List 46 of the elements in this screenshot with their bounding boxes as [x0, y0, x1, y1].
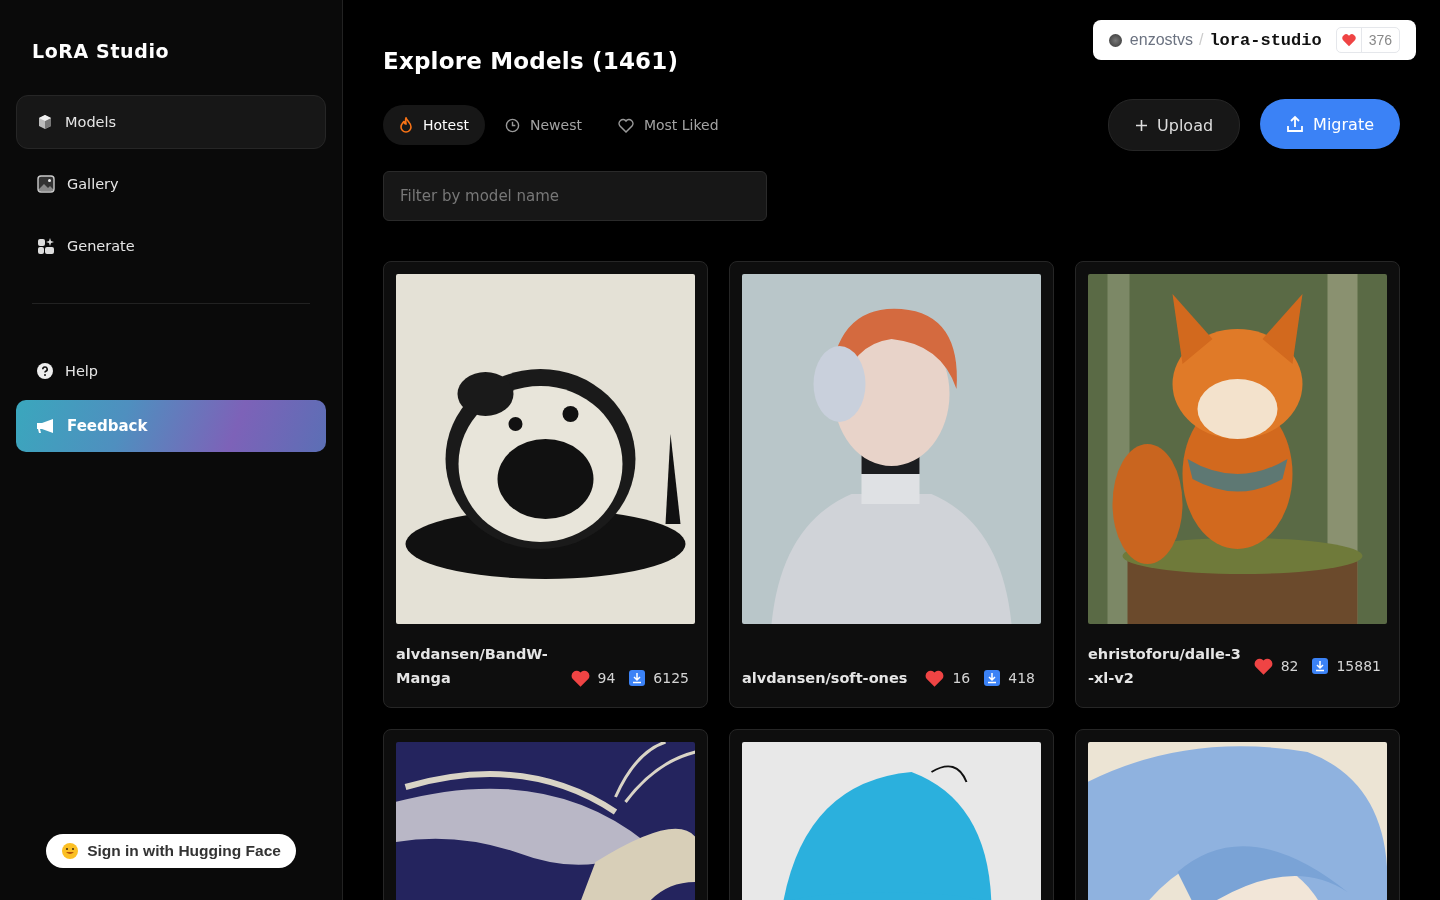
sidebar-item[interactable]: Models — [16, 95, 326, 149]
shapes-sparkle-icon — [37, 237, 55, 255]
like-count: 94 — [597, 670, 616, 686]
heart-icon — [1341, 33, 1356, 47]
flame-icon — [399, 117, 413, 133]
like-count: 376 — [1367, 32, 1393, 48]
upload-icon — [1286, 115, 1305, 133]
sidebar-item[interactable]: Generate — [16, 219, 326, 273]
heart-icon — [925, 668, 945, 688]
repo-name[interactable]: lora-studio — [1209, 30, 1322, 50]
help-link[interactable]: Help — [16, 344, 326, 398]
cube-icon — [37, 114, 53, 130]
upload-button[interactable]: Upload — [1108, 99, 1241, 151]
like-count: 82 — [1280, 658, 1299, 674]
heart-icon — [617, 117, 634, 133]
like-count: 16 — [952, 670, 971, 686]
download-icon — [984, 670, 1001, 686]
clock-icon — [505, 117, 520, 133]
like-button[interactable]: 376 — [1335, 27, 1400, 53]
filter-field[interactable]: Filter by model name — [383, 171, 767, 221]
download-icon — [629, 670, 646, 686]
page-title: Explore Models (1461) — [383, 50, 680, 73]
help-icon — [37, 363, 53, 379]
sort-tab[interactable]: Hotest — [383, 105, 485, 145]
sort-tab[interactable]: Newest — [489, 105, 598, 145]
image-icon — [37, 175, 55, 193]
repo-owner[interactable]: enzostvs — [1129, 31, 1193, 49]
heart-icon — [570, 668, 590, 688]
avatar-icon — [1108, 33, 1122, 47]
download-icon — [1312, 658, 1329, 674]
download-count: 418 — [1008, 670, 1035, 686]
heart-icon — [1253, 656, 1273, 676]
model-name[interactable]: alvdansen/BandW-Manga — [396, 642, 561, 690]
download-count: 15881 — [1336, 658, 1381, 674]
plus-icon — [1135, 118, 1149, 132]
hugging-face-icon — [61, 842, 80, 860]
path-separator: / — [1198, 31, 1204, 49]
app-title: LoRA Studio — [32, 40, 171, 62]
migrate-button[interactable]: Migrate — [1260, 99, 1400, 149]
sidebar-item[interactable]: Gallery — [16, 157, 326, 211]
model-name[interactable]: alvdansen/soft-ones — [742, 666, 908, 690]
model-name[interactable]: ehristoforu/dalle-3-xl-v2 — [1088, 642, 1244, 690]
download-count: 6125 — [653, 670, 689, 686]
sign-in-button[interactable]: Sign in with Hugging Face — [46, 834, 296, 868]
megaphone-icon — [36, 418, 55, 434]
sort-tab[interactable]: Most Liked — [601, 105, 735, 145]
